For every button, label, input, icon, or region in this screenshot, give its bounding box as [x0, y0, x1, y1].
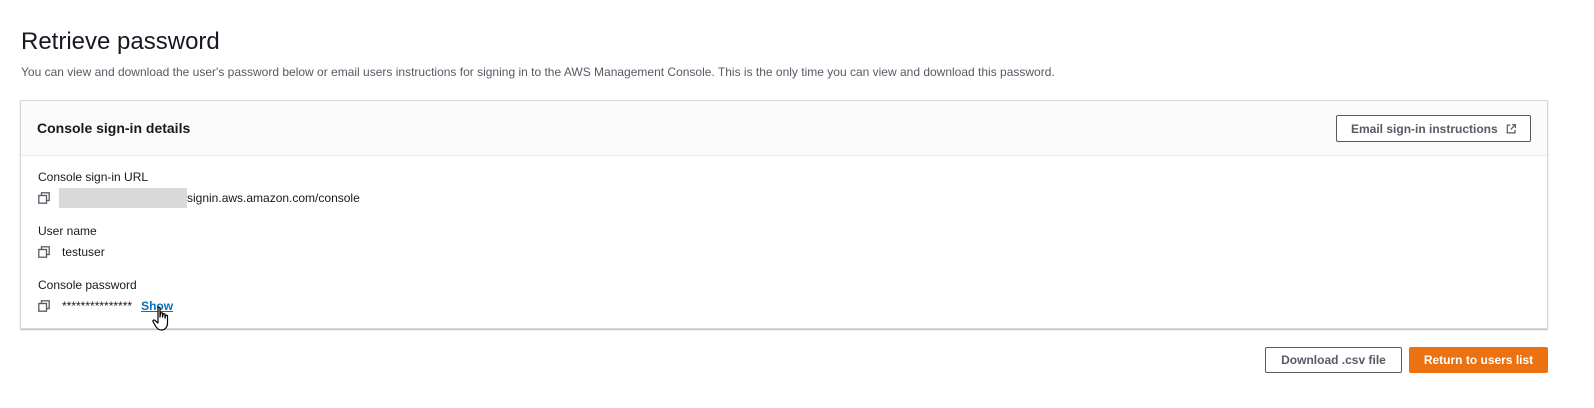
- email-sign-in-instructions-button[interactable]: Email sign-in instructions: [1336, 115, 1531, 142]
- copy-icon[interactable]: [38, 300, 50, 312]
- panel-header: Console sign-in details Email sign-in in…: [21, 101, 1547, 156]
- page-title: Retrieve password: [21, 28, 220, 55]
- username-row: testuser: [38, 244, 105, 260]
- external-link-icon: [1506, 123, 1516, 133]
- sign-in-details-panel: Console sign-in details Email sign-in in…: [20, 100, 1548, 329]
- page-description: You can view and download the user's pas…: [21, 65, 1055, 79]
- password-value: ***************: [62, 299, 133, 313]
- retrieve-password-page: Retrieve password You can view and downl…: [0, 0, 1594, 408]
- hand-cursor-icon: [152, 306, 169, 331]
- email-button-label: Email sign-in instructions: [1351, 121, 1498, 136]
- sign-in-url-field: Console sign-in URL signin.aws.amazon.co…: [38, 170, 360, 208]
- password-label: Console password: [38, 278, 137, 292]
- redacted-account-id: [59, 188, 187, 208]
- download-csv-button[interactable]: Download .csv file: [1265, 347, 1402, 373]
- sign-in-url-row: signin.aws.amazon.com/console: [38, 188, 360, 208]
- panel-title: Console sign-in details: [37, 120, 191, 136]
- copy-icon[interactable]: [38, 192, 50, 204]
- sign-in-url-label: Console sign-in URL: [38, 170, 149, 184]
- copy-icon[interactable]: [38, 246, 50, 258]
- sign-in-url-value: signin.aws.amazon.com/console: [187, 191, 360, 205]
- username-label: User name: [38, 224, 97, 238]
- username-field: User name testuser: [38, 224, 105, 260]
- username-value: testuser: [62, 245, 105, 259]
- return-to-users-list-button[interactable]: Return to users list: [1409, 347, 1548, 373]
